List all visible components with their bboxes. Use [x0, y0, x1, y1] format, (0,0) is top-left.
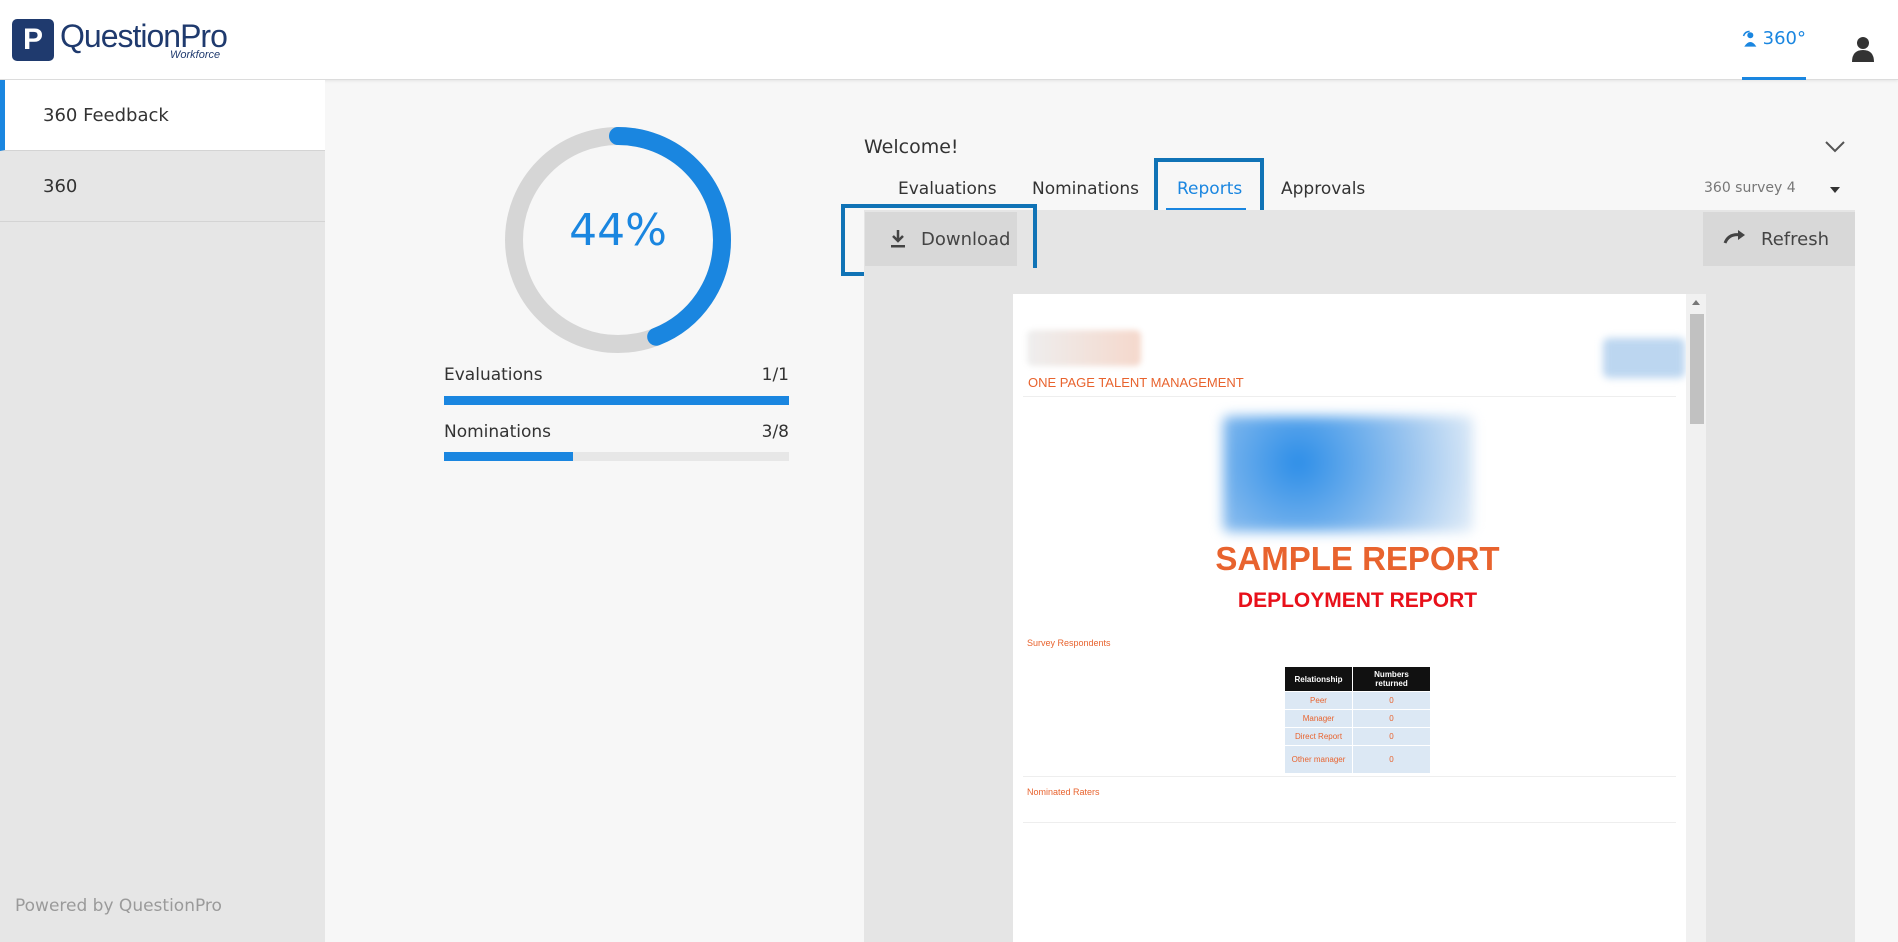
table-cell: 0 — [1352, 709, 1431, 728]
user-icon[interactable] — [1852, 36, 1874, 62]
table-cell: 0 — [1352, 745, 1431, 774]
report-graphic-blurred — [1223, 416, 1473, 532]
survey-select[interactable]: 360 survey 4 — [1704, 180, 1796, 196]
nominated-raters-heading: Nominated Raters — [1027, 787, 1100, 797]
questionpro-logo[interactable]: P — [12, 19, 54, 61]
nominations-label: Nominations — [444, 422, 552, 442]
report-divider — [1023, 822, 1676, 823]
table-cell: Manager — [1284, 709, 1353, 728]
survey-respondents-heading: Survey Respondents — [1027, 638, 1111, 648]
tab-approvals[interactable]: Approvals — [1281, 179, 1365, 199]
refresh-label: Refresh — [1761, 228, 1829, 250]
report-title: SAMPLE REPORT — [1215, 540, 1500, 577]
respondents-table: Relationship Numbers returned Peer 0 Man… — [1284, 666, 1431, 774]
module-360-label: 360° — [1762, 28, 1806, 49]
nominations-count: 3/8 — [761, 422, 789, 442]
evaluations-count: 1/1 — [761, 365, 789, 385]
powered-by-text: Powered by QuestionPro — [15, 896, 222, 916]
nominations-progress-bar — [444, 452, 789, 461]
module-360-tab[interactable]: 360° — [1742, 0, 1806, 80]
sidebar-item-360[interactable]: 360 — [0, 151, 325, 222]
table-cell: Peer — [1284, 691, 1353, 710]
evaluations-label: Evaluations — [444, 365, 543, 385]
evaluations-progress-bar — [444, 396, 789, 405]
table-cell: 0 — [1352, 691, 1431, 710]
table-cell: Other manager — [1284, 745, 1353, 774]
table-header-cell: Numbers returned — [1352, 666, 1431, 692]
tab-evaluations[interactable]: Evaluations — [898, 179, 997, 199]
sidebar-item-360-feedback[interactable]: 360 Feedback — [0, 80, 325, 151]
download-button-highlight — [841, 204, 1037, 276]
chevron-down-icon[interactable] — [1824, 140, 1846, 154]
app-header: P QuestionPro Workforce 360° — [0, 0, 1898, 80]
refresh-icon — [1723, 230, 1745, 244]
report-brand-blurred — [1603, 338, 1685, 378]
tab-nominations[interactable]: Nominations — [1032, 179, 1139, 199]
completion-percent: 44% — [569, 205, 667, 256]
scrollbar-thumb[interactable] — [1690, 314, 1704, 424]
table-header-row: Relationship Numbers returned — [1284, 666, 1431, 692]
table-row: Peer 0 — [1284, 691, 1431, 710]
report-subtitle: DEPLOYMENT REPORT — [1237, 589, 1478, 612]
people-icon — [1742, 30, 1757, 47]
brand-subtitle: Workforce — [170, 49, 221, 61]
evaluations-progress-fill — [444, 396, 789, 405]
caret-down-icon[interactable] — [1830, 187, 1840, 193]
nominations-progress-fill — [444, 452, 574, 461]
table-row: Manager 0 — [1284, 709, 1431, 728]
report-header-text: ONE PAGE TALENT MANAGEMENT — [1028, 375, 1244, 390]
table-row: Other manager 0 — [1284, 745, 1431, 774]
sidebar: 360 Feedback 360 — [0, 80, 325, 942]
report-logo-blurred — [1027, 330, 1141, 366]
table-row: Direct Report 0 — [1284, 727, 1431, 746]
report-document[interactable]: ONE PAGE TALENT MANAGEMENT SAMPLE REPORT… — [1013, 294, 1686, 942]
refresh-button[interactable]: Refresh — [1703, 212, 1855, 266]
welcome-heading: Welcome! — [864, 136, 959, 158]
report-divider — [1023, 776, 1676, 777]
table-cell: 0 — [1352, 727, 1431, 746]
report-divider — [1023, 396, 1676, 397]
table-header-cell: Relationship — [1284, 666, 1353, 692]
scroll-up-icon[interactable] — [1692, 300, 1700, 305]
table-cell: Direct Report — [1284, 727, 1353, 746]
